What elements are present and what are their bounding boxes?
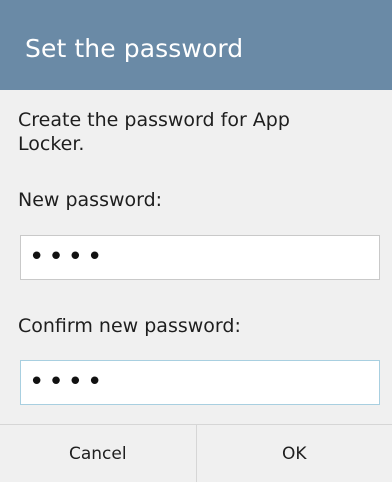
set-password-dialog: Set the password Create the password for… xyxy=(0,0,392,482)
cancel-button[interactable]: Cancel xyxy=(0,425,197,482)
new-password-field[interactable]: •••• xyxy=(20,235,380,280)
confirm-password-value: •••• xyxy=(29,366,107,397)
confirm-password-label: Confirm new password: xyxy=(18,315,241,337)
dialog-title: Set the password xyxy=(25,33,244,63)
confirm-password-field[interactable]: •••• xyxy=(20,360,380,405)
new-password-label: New password: xyxy=(18,189,163,211)
new-password-value: •••• xyxy=(29,241,107,272)
dialog-title-bar: Set the password xyxy=(0,0,392,90)
dialog-message: Create the password for App Locker. xyxy=(18,109,290,155)
dialog-button-bar: Cancel OK xyxy=(0,424,392,482)
ok-button[interactable]: OK xyxy=(197,425,392,482)
